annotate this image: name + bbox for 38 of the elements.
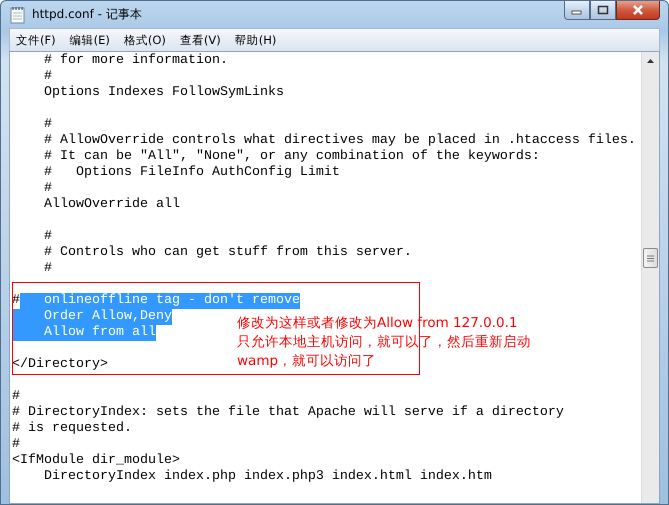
code-line: # <box>42 229 52 245</box>
scrollbar-thumb[interactable] <box>643 248 658 268</box>
code-line: # AllowOverride controls what directives may be placed in .htaccess files. <box>42 133 636 149</box>
menu-item[interactable]: 编辑(E) <box>64 32 118 48</box>
menu-item[interactable]: 文件(F) <box>10 32 64 48</box>
code-line: <IfModule dir_module> <box>12 453 180 469</box>
code-line: # <box>42 117 52 133</box>
menu-item[interactable]: 帮助(H) <box>228 32 284 48</box>
code-line: Options Indexes FollowSymLinks <box>42 85 284 101</box>
code-line: # It can be "All", "None", or any combination of the keywords: <box>42 149 540 165</box>
code-line: # <box>42 261 52 277</box>
annotation-text: 只允许本地主机访问，就可以了，然后重新启动 <box>237 333 531 352</box>
code-line: DirectoryIndex index.php index.php3 index.html index.htm <box>42 469 492 485</box>
vertical-scrollbar[interactable] <box>641 52 659 503</box>
maximize-icon <box>597 5 609 15</box>
code-line: # <box>12 293 20 309</box>
code-line: # <box>42 69 52 85</box>
grip-icon <box>647 254 654 262</box>
code-line: # <box>42 181 52 197</box>
close-button[interactable] <box>616 1 660 20</box>
maximize-button[interactable] <box>590 1 616 20</box>
code-line: </Directory> <box>12 357 108 373</box>
notepad-icon <box>10 6 26 24</box>
code-line: # <box>12 389 20 405</box>
code-line: # for more information. <box>42 53 228 69</box>
up-arrow-icon <box>647 58 654 62</box>
annotation-text: wamp，就可以访问了 <box>237 352 378 371</box>
code-line: # Controls who can get stuff from this server. <box>42 245 412 261</box>
code-line: # Options FileInfo AuthConfig Limit <box>42 165 340 181</box>
minimize-button[interactable] <box>564 1 590 20</box>
code-line: # <box>12 437 20 453</box>
menu-item[interactable]: 查看(V) <box>174 32 229 48</box>
menu-item[interactable]: 格式(O) <box>118 32 174 48</box>
code-line: AllowOverride all <box>42 197 180 213</box>
window-title: httpd.conf - 记事本 <box>32 6 142 23</box>
code-line: # is requested. <box>12 421 132 437</box>
close-icon <box>631 4 645 16</box>
code-line: # DirectoryIndex: sets the file that Apache will serve if a directory <box>12 405 564 421</box>
